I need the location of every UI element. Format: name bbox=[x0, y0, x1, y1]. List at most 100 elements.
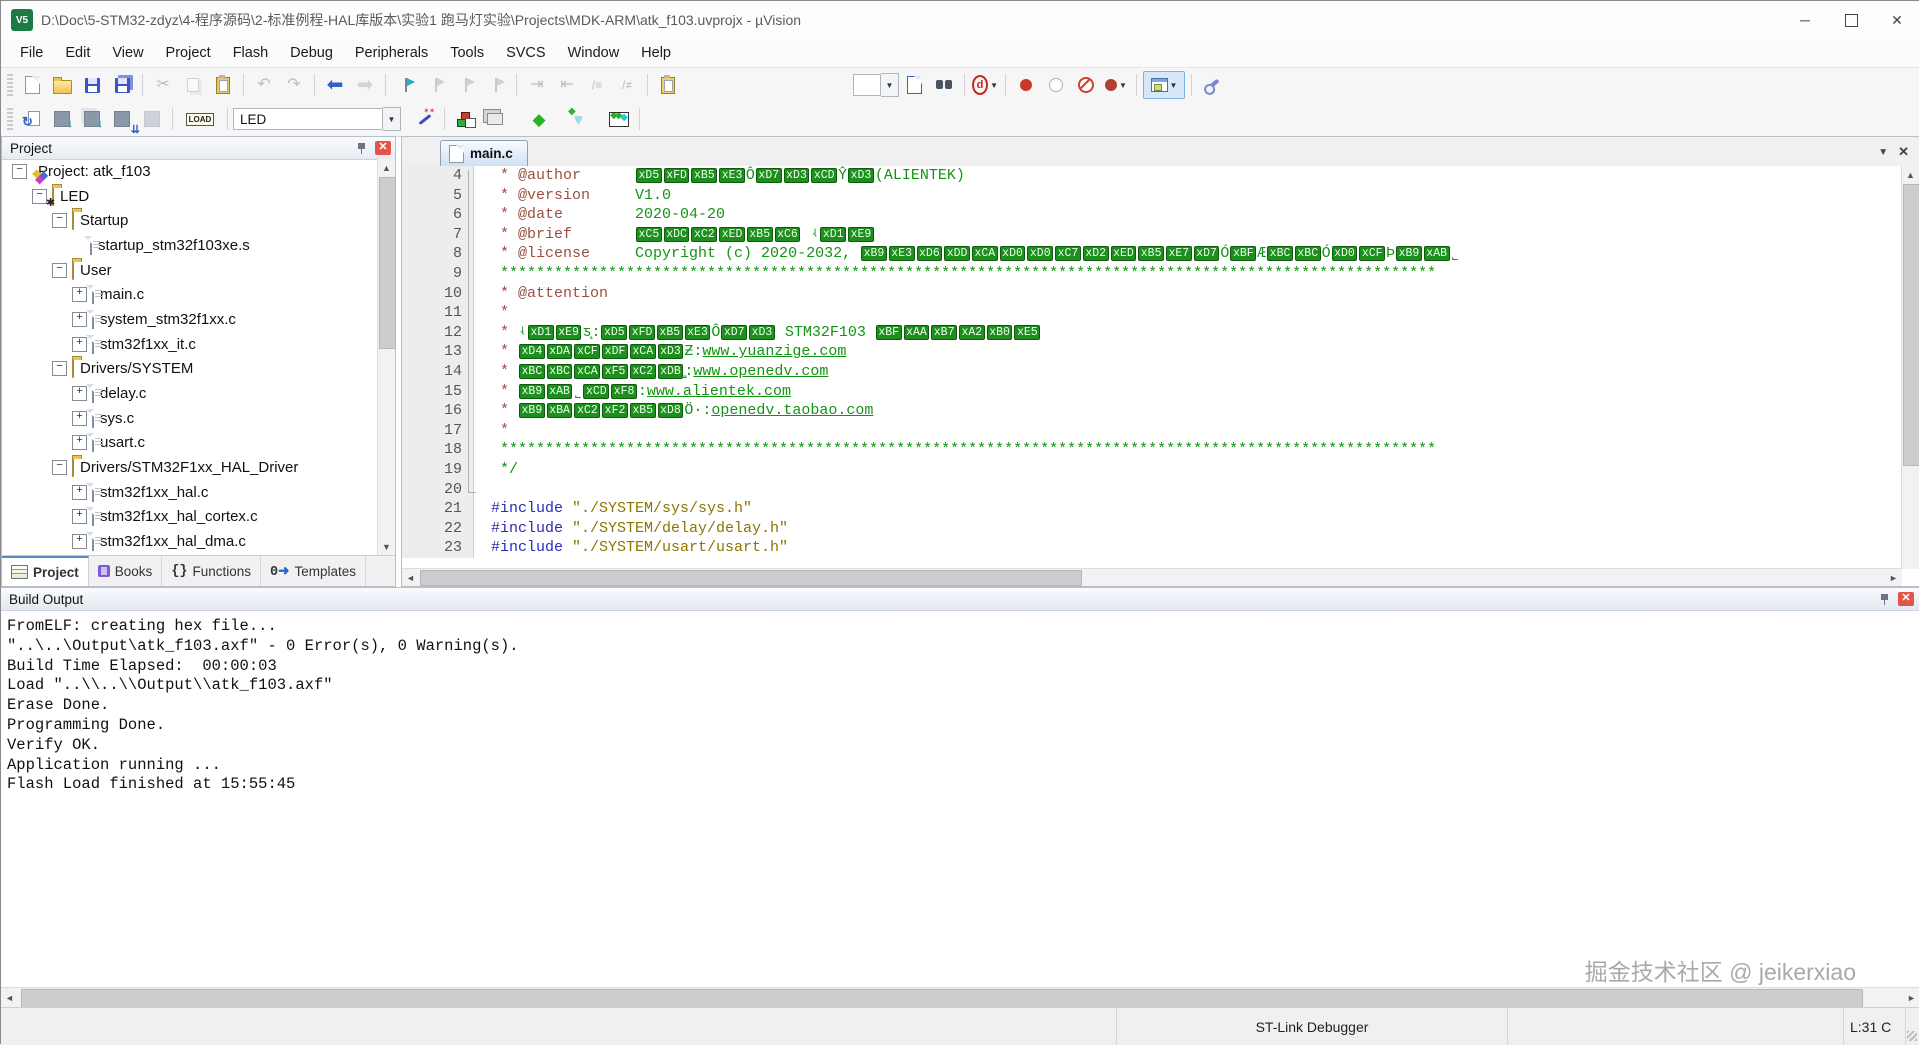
editor-scroll-right-icon[interactable]: ► bbox=[1885, 569, 1902, 586]
tree-item[interactable]: −LED bbox=[2, 184, 378, 209]
pack-installer-button[interactable] bbox=[605, 105, 633, 133]
expand-icon[interactable]: + bbox=[72, 386, 87, 401]
find-button[interactable] bbox=[930, 71, 958, 99]
collapse-icon[interactable]: − bbox=[52, 361, 67, 376]
project-panel-close-button[interactable]: ✕ bbox=[375, 141, 391, 155]
new-file-button[interactable] bbox=[18, 71, 46, 99]
code-line[interactable]: 17 * bbox=[402, 421, 1902, 441]
tree-item[interactable]: +stm32f1xx_hal.c bbox=[2, 480, 378, 505]
navigate-forward-button[interactable]: ➡ bbox=[351, 71, 379, 99]
manage-project-items-button[interactable] bbox=[451, 105, 479, 133]
menu-item-peripherals[interactable]: Peripherals bbox=[344, 41, 439, 65]
save-all-button[interactable] bbox=[108, 71, 136, 99]
collapse-icon[interactable]: − bbox=[52, 263, 67, 278]
tab-list-dropdown-icon[interactable]: ▼ bbox=[1878, 147, 1888, 158]
toolbar-grip-2[interactable] bbox=[7, 108, 13, 130]
debug-dropdown-arrow[interactable]: ▼ bbox=[990, 81, 998, 90]
kill-breakpoints-button[interactable] bbox=[1072, 71, 1100, 99]
code-line[interactable]: 15 * xB9xAB˾xCDxF8:www.alientek.com bbox=[402, 382, 1902, 402]
batch-build-button[interactable] bbox=[108, 105, 136, 133]
minimize-button[interactable]: ─ bbox=[1782, 1, 1828, 39]
insert-breakpoint-button[interactable] bbox=[1012, 71, 1040, 99]
bookmark-clear-button[interactable] bbox=[482, 71, 510, 99]
manage-rte-button[interactable]: ◆ bbox=[525, 105, 553, 133]
incremental-find-button[interactable] bbox=[900, 71, 928, 99]
expand-icon[interactable]: + bbox=[72, 411, 87, 426]
download-button[interactable]: LOAD bbox=[179, 105, 221, 133]
tree-item[interactable]: −Project: atk_f103 bbox=[2, 159, 378, 184]
stop-build-button[interactable] bbox=[138, 105, 166, 133]
code-line[interactable]: 22#include "./SYSTEM/delay/delay.h" bbox=[402, 519, 1902, 539]
code-line[interactable]: 12 * ʵxD1xE9ƽ̨:xD5xFDxB5xE3ÔxD7xD3 STM32… bbox=[402, 323, 1902, 343]
code-line[interactable]: 9 **************************************… bbox=[402, 264, 1902, 284]
menu-item-window[interactable]: Window bbox=[557, 41, 631, 65]
tab-books[interactable]: Books bbox=[89, 556, 163, 586]
tree-item[interactable]: +stm32f1xx_hal_dma.c bbox=[2, 529, 378, 554]
maximize-button[interactable] bbox=[1828, 1, 1874, 39]
tree-item[interactable]: +main.c bbox=[2, 282, 378, 307]
build-scroll-left-icon[interactable]: ◄ bbox=[1, 988, 18, 1008]
build-output-scrollbar[interactable]: ◄ ► bbox=[1, 987, 1919, 1008]
target-select-arrow[interactable]: ▼ bbox=[383, 107, 401, 131]
bookmark-prev-button[interactable] bbox=[452, 71, 480, 99]
select-packs-button[interactable] bbox=[565, 105, 593, 133]
close-document-icon[interactable]: ✕ bbox=[1898, 144, 1909, 160]
expand-icon[interactable]: + bbox=[72, 435, 87, 450]
menu-item-debug[interactable]: Debug bbox=[279, 41, 344, 65]
indent-button[interactable]: ⇥ bbox=[523, 71, 551, 99]
code-line[interactable]: 23#include "./SYSTEM/usart/usart.h" bbox=[402, 538, 1902, 558]
copy-button[interactable] bbox=[179, 71, 207, 99]
menu-item-file[interactable]: File bbox=[9, 41, 54, 65]
tree-item[interactable]: +stm32f1xx_it.c bbox=[2, 332, 378, 357]
tree-item[interactable]: −Startup bbox=[2, 208, 378, 233]
scroll-up-icon[interactable]: ▲ bbox=[378, 159, 395, 176]
code-line[interactable]: 14 * xBCxBCxCAxF5xC2xDB̳:www.openedv.com bbox=[402, 362, 1902, 382]
tree-item[interactable]: +stm32f1xx_hal_cortex.c bbox=[2, 505, 378, 530]
menu-item-edit[interactable]: Edit bbox=[54, 41, 101, 65]
resize-grip[interactable] bbox=[1906, 1008, 1919, 1045]
manage-workspace-button[interactable] bbox=[481, 105, 509, 133]
comment-button[interactable]: /≡ bbox=[583, 71, 611, 99]
tab-project[interactable]: Project bbox=[2, 556, 89, 586]
tree-item[interactable]: +delay.c bbox=[2, 381, 378, 406]
tab-functions[interactable]: {} Functions bbox=[162, 556, 261, 586]
code-line[interactable]: 11 * bbox=[402, 303, 1902, 323]
tree-item[interactable]: −Drivers/STM32F1xx_HAL_Driver bbox=[2, 455, 378, 480]
find-combo-arrow[interactable]: ▼ bbox=[881, 73, 899, 97]
redo-button[interactable]: ↷ bbox=[280, 71, 308, 99]
menu-item-help[interactable]: Help bbox=[630, 41, 682, 65]
code-area[interactable]: 4 * @author xD5xFDxB5xE3ÔxD7xD3xCDŶxD3(A… bbox=[402, 166, 1902, 569]
code-line[interactable]: 7 * @brief xC5xDCxC2xEDxB5xC6 ʵxD1xE9 bbox=[402, 225, 1902, 245]
editor-scrollbar-thumb[interactable] bbox=[1903, 184, 1919, 466]
code-line[interactable]: 21#include "./SYSTEM/sys/sys.h" bbox=[402, 499, 1902, 519]
collapse-icon[interactable]: − bbox=[52, 213, 67, 228]
translate-button[interactable] bbox=[18, 105, 46, 133]
menu-item-flash[interactable]: Flash bbox=[222, 41, 279, 65]
build-button[interactable] bbox=[48, 105, 76, 133]
build-output-pin-icon[interactable] bbox=[1878, 592, 1892, 606]
editor-horizontal-scrollbar[interactable]: ◄ ► bbox=[402, 568, 1902, 586]
uncomment-button[interactable]: /≠ bbox=[613, 71, 641, 99]
menu-item-svcs[interactable]: SVCS bbox=[495, 41, 557, 65]
navigate-back-button[interactable]: ⬅ bbox=[321, 71, 349, 99]
bookmark-next-button[interactable] bbox=[422, 71, 450, 99]
debug-windows-button[interactable]: ▼ bbox=[1143, 71, 1185, 99]
menu-item-tools[interactable]: Tools bbox=[439, 41, 495, 65]
code-line[interactable]: 13 * xD4xDAxCFxDFxCAxD3Ƶ:www.yuanzige.co… bbox=[402, 342, 1902, 362]
code-line[interactable]: 5 * @version V1.0 bbox=[402, 186, 1902, 206]
scroll-down-icon[interactable]: ▼ bbox=[378, 538, 395, 555]
code-line[interactable]: 18 *************************************… bbox=[402, 440, 1902, 460]
target-options-button[interactable] bbox=[410, 105, 438, 133]
unindent-button[interactable]: ⇤ bbox=[553, 71, 581, 99]
editor-hscrollbar-thumb[interactable] bbox=[420, 570, 1082, 586]
tab-main-c[interactable]: main.c bbox=[440, 140, 528, 166]
breakpoint-dropdown-arrow[interactable]: ▼ bbox=[1119, 81, 1127, 90]
tree-item[interactable]: +sys.c bbox=[2, 406, 378, 431]
code-line[interactable]: 8 * @license Copyright (c) 2020-2032, xB… bbox=[402, 244, 1902, 264]
editor-scroll-up-icon[interactable]: ▲ bbox=[1902, 166, 1919, 183]
close-button[interactable]: ✕ bbox=[1874, 1, 1919, 39]
expand-icon[interactable]: + bbox=[72, 312, 87, 327]
cut-button[interactable]: ✂ bbox=[149, 71, 177, 99]
expand-icon[interactable]: + bbox=[72, 485, 87, 500]
tree-item[interactable]: startup_stm32f103xe.s bbox=[2, 233, 378, 258]
